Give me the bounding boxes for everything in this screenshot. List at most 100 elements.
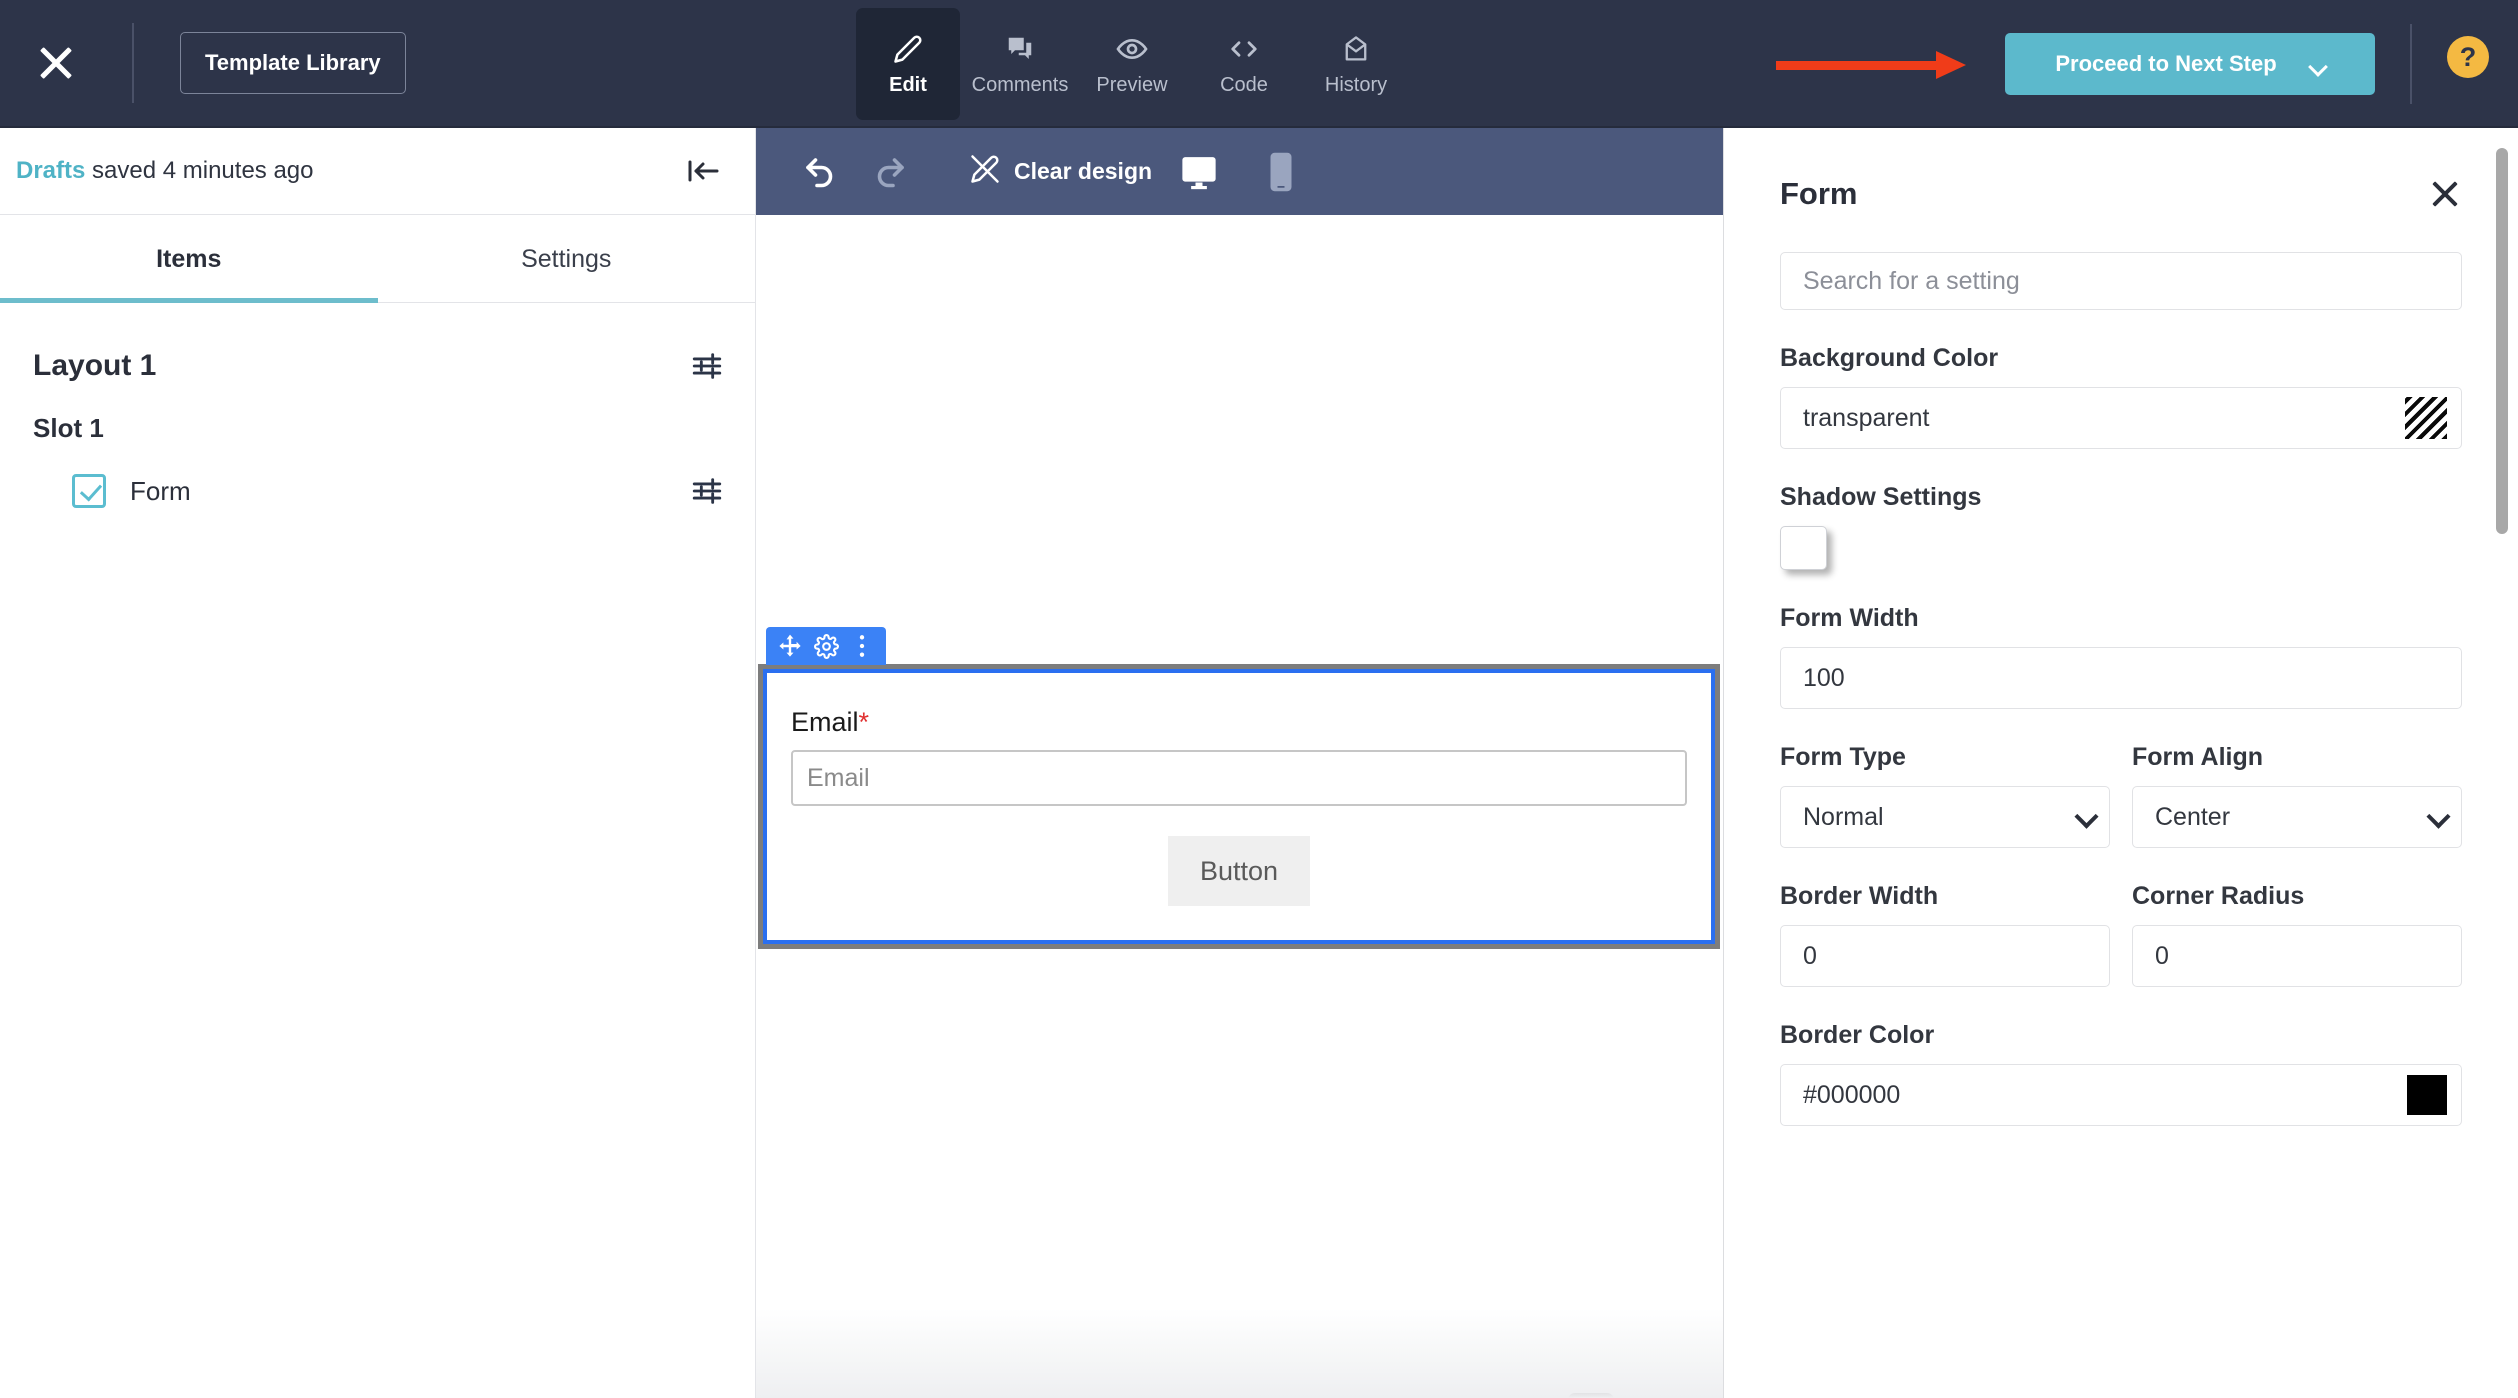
element-toolbar (766, 627, 886, 665)
comment-icon (1003, 32, 1037, 66)
tab-comments-label: Comments (971, 73, 1069, 96)
background-color-value: transparent (1803, 403, 1930, 432)
list-item-form[interactable]: Form (0, 461, 755, 521)
tab-comments[interactable]: Comments (968, 8, 1072, 120)
top-divider-right (2410, 24, 2412, 104)
edit-toolbar: Clear design (756, 128, 1723, 215)
settings-panel-header: Form (1780, 176, 2462, 212)
tab-code-label: Code (1220, 73, 1268, 96)
clear-design-label: Clear design (1014, 158, 1153, 184)
template-library-button[interactable]: Template Library (180, 32, 406, 94)
tab-preview[interactable]: Preview (1080, 8, 1184, 120)
redo-button[interactable] (862, 144, 918, 200)
setting-form-type: Form Type Normal (1780, 743, 2110, 848)
clear-design-icon (970, 154, 1000, 189)
setting-border-color: Border Color #000000 (1780, 1021, 2462, 1126)
layout-row[interactable]: Layout 1 (0, 337, 755, 395)
form-align-select[interactable]: Center (2132, 786, 2462, 848)
element-selection-frame[interactable]: Email* Button (763, 669, 1715, 944)
draft-status-row: Drafts saved 4 minutes ago (0, 128, 755, 215)
design-canvas[interactable]: Email* Button (756, 215, 1723, 1398)
undo-button[interactable] (792, 144, 848, 200)
layout-title: Layout 1 (33, 349, 157, 382)
tab-code[interactable]: Code (1192, 8, 1296, 120)
chevron-down-icon (2078, 811, 2091, 824)
element-outer-frame: Email* Button (758, 664, 1720, 949)
tab-settings[interactable]: Settings (378, 215, 756, 303)
black-swatch-icon[interactable] (2407, 1075, 2447, 1115)
transparent-swatch-icon[interactable] (2405, 397, 2447, 439)
form-element-wrapper: Email* Button (758, 627, 1720, 949)
background-color-field[interactable]: transparent (1780, 387, 2462, 449)
layout-settings-icon[interactable] (689, 349, 725, 383)
settings-panel: Form Background Color transparent Shadow… (1723, 128, 2518, 1398)
move-handle[interactable] (772, 627, 808, 665)
tab-items[interactable]: Items (0, 215, 378, 303)
border-color-value: #000000 (1803, 1080, 1901, 1109)
settings-panel-scrollbar[interactable] (2496, 148, 2508, 534)
checkbox-checked-icon[interactable] (72, 474, 106, 508)
close-editor-button[interactable] (0, 0, 112, 127)
form-item-label: Form (130, 475, 191, 506)
app-root: Template Library Edit Comments Preview C… (0, 0, 2518, 1398)
search-setting-input[interactable] (1780, 252, 2462, 310)
help-button[interactable]: ? (2447, 36, 2489, 78)
clear-design-button[interactable]: Clear design (970, 154, 1152, 189)
corner-radius-label: Corner Radius (2132, 882, 2305, 910)
setting-corner-radius: Corner Radius (2132, 882, 2462, 987)
canvas-bottom-fade (756, 1308, 1723, 1398)
email-label-text: Email (791, 707, 859, 737)
settings-panel-content: Form Background Color transparent Shadow… (1724, 128, 2518, 1126)
required-marker: * (858, 707, 870, 737)
form-submit-button[interactable]: Button (1168, 836, 1310, 906)
border-width-input[interactable] (1780, 925, 2110, 987)
form-type-align-row: Form Type Normal Form Align Center (1780, 743, 2462, 848)
top-divider (132, 23, 134, 103)
mobile-view-button[interactable] (1257, 148, 1305, 196)
saved-ago-text: saved 4 minutes ago (85, 157, 314, 184)
form-align-label: Form Align (2132, 743, 2264, 771)
corner-radius-input[interactable] (2132, 925, 2462, 987)
setting-shadow: Shadow Settings (1780, 483, 2462, 570)
desktop-view-button[interactable] (1175, 148, 1223, 196)
top-bar: Template Library Edit Comments Preview C… (0, 0, 2518, 128)
top-nav-tabs: Edit Comments Preview Code History (856, 8, 1408, 120)
form-type-value: Normal (1803, 802, 1884, 831)
arrow-head (1936, 51, 1966, 79)
tab-preview-label: Preview (1096, 73, 1168, 96)
slot-row[interactable]: Slot 1 (0, 395, 755, 461)
form-settings-icon[interactable] (689, 474, 725, 508)
tab-edit-label: Edit (889, 73, 927, 96)
proceed-to-next-step-button[interactable]: Proceed to Next Step (2005, 33, 2375, 95)
collapse-sidebar-button[interactable] (685, 156, 721, 186)
form-align-value: Center (2155, 802, 2231, 831)
form-type-select[interactable]: Normal (1780, 786, 2110, 848)
zoom-in-button[interactable] (1568, 1393, 1614, 1398)
setting-border-width: Border Width (1780, 882, 2110, 987)
gear-icon[interactable] (808, 627, 844, 665)
background-color-label: Background Color (1780, 344, 1999, 372)
border-color-field[interactable]: #000000 (1780, 1064, 2462, 1126)
shadow-preview-chip[interactable] (1780, 526, 1827, 570)
chevron-down-icon (2430, 811, 2443, 824)
close-panel-icon[interactable] (2428, 177, 2462, 211)
form-type-label: Form Type (1780, 743, 1906, 771)
drafts-link[interactable]: Drafts (16, 157, 85, 184)
code-icon (1227, 32, 1261, 66)
tab-active-underline (0, 298, 378, 303)
tab-edit[interactable]: Edit (856, 8, 960, 120)
arrow-shaft (1776, 61, 1946, 70)
tab-history[interactable]: History (1304, 8, 1408, 120)
setting-form-width: Form Width (1780, 604, 2462, 709)
border-width-label: Border Width (1780, 882, 1939, 910)
border-color-label: Border Color (1780, 1021, 1935, 1049)
form-width-label: Form Width (1780, 604, 1919, 632)
center-column: Clear design Email* Email Button (756, 128, 1723, 1398)
envelope-icon (1339, 32, 1373, 66)
form-width-input[interactable] (1780, 647, 2462, 709)
app-body: Drafts saved 4 minutes ago Items Setting… (0, 128, 2518, 1398)
settings-panel-title: Form (1780, 176, 1858, 211)
more-options-icon[interactable] (844, 627, 880, 665)
tab-history-label: History (1324, 73, 1388, 96)
email-input[interactable] (791, 750, 1687, 806)
